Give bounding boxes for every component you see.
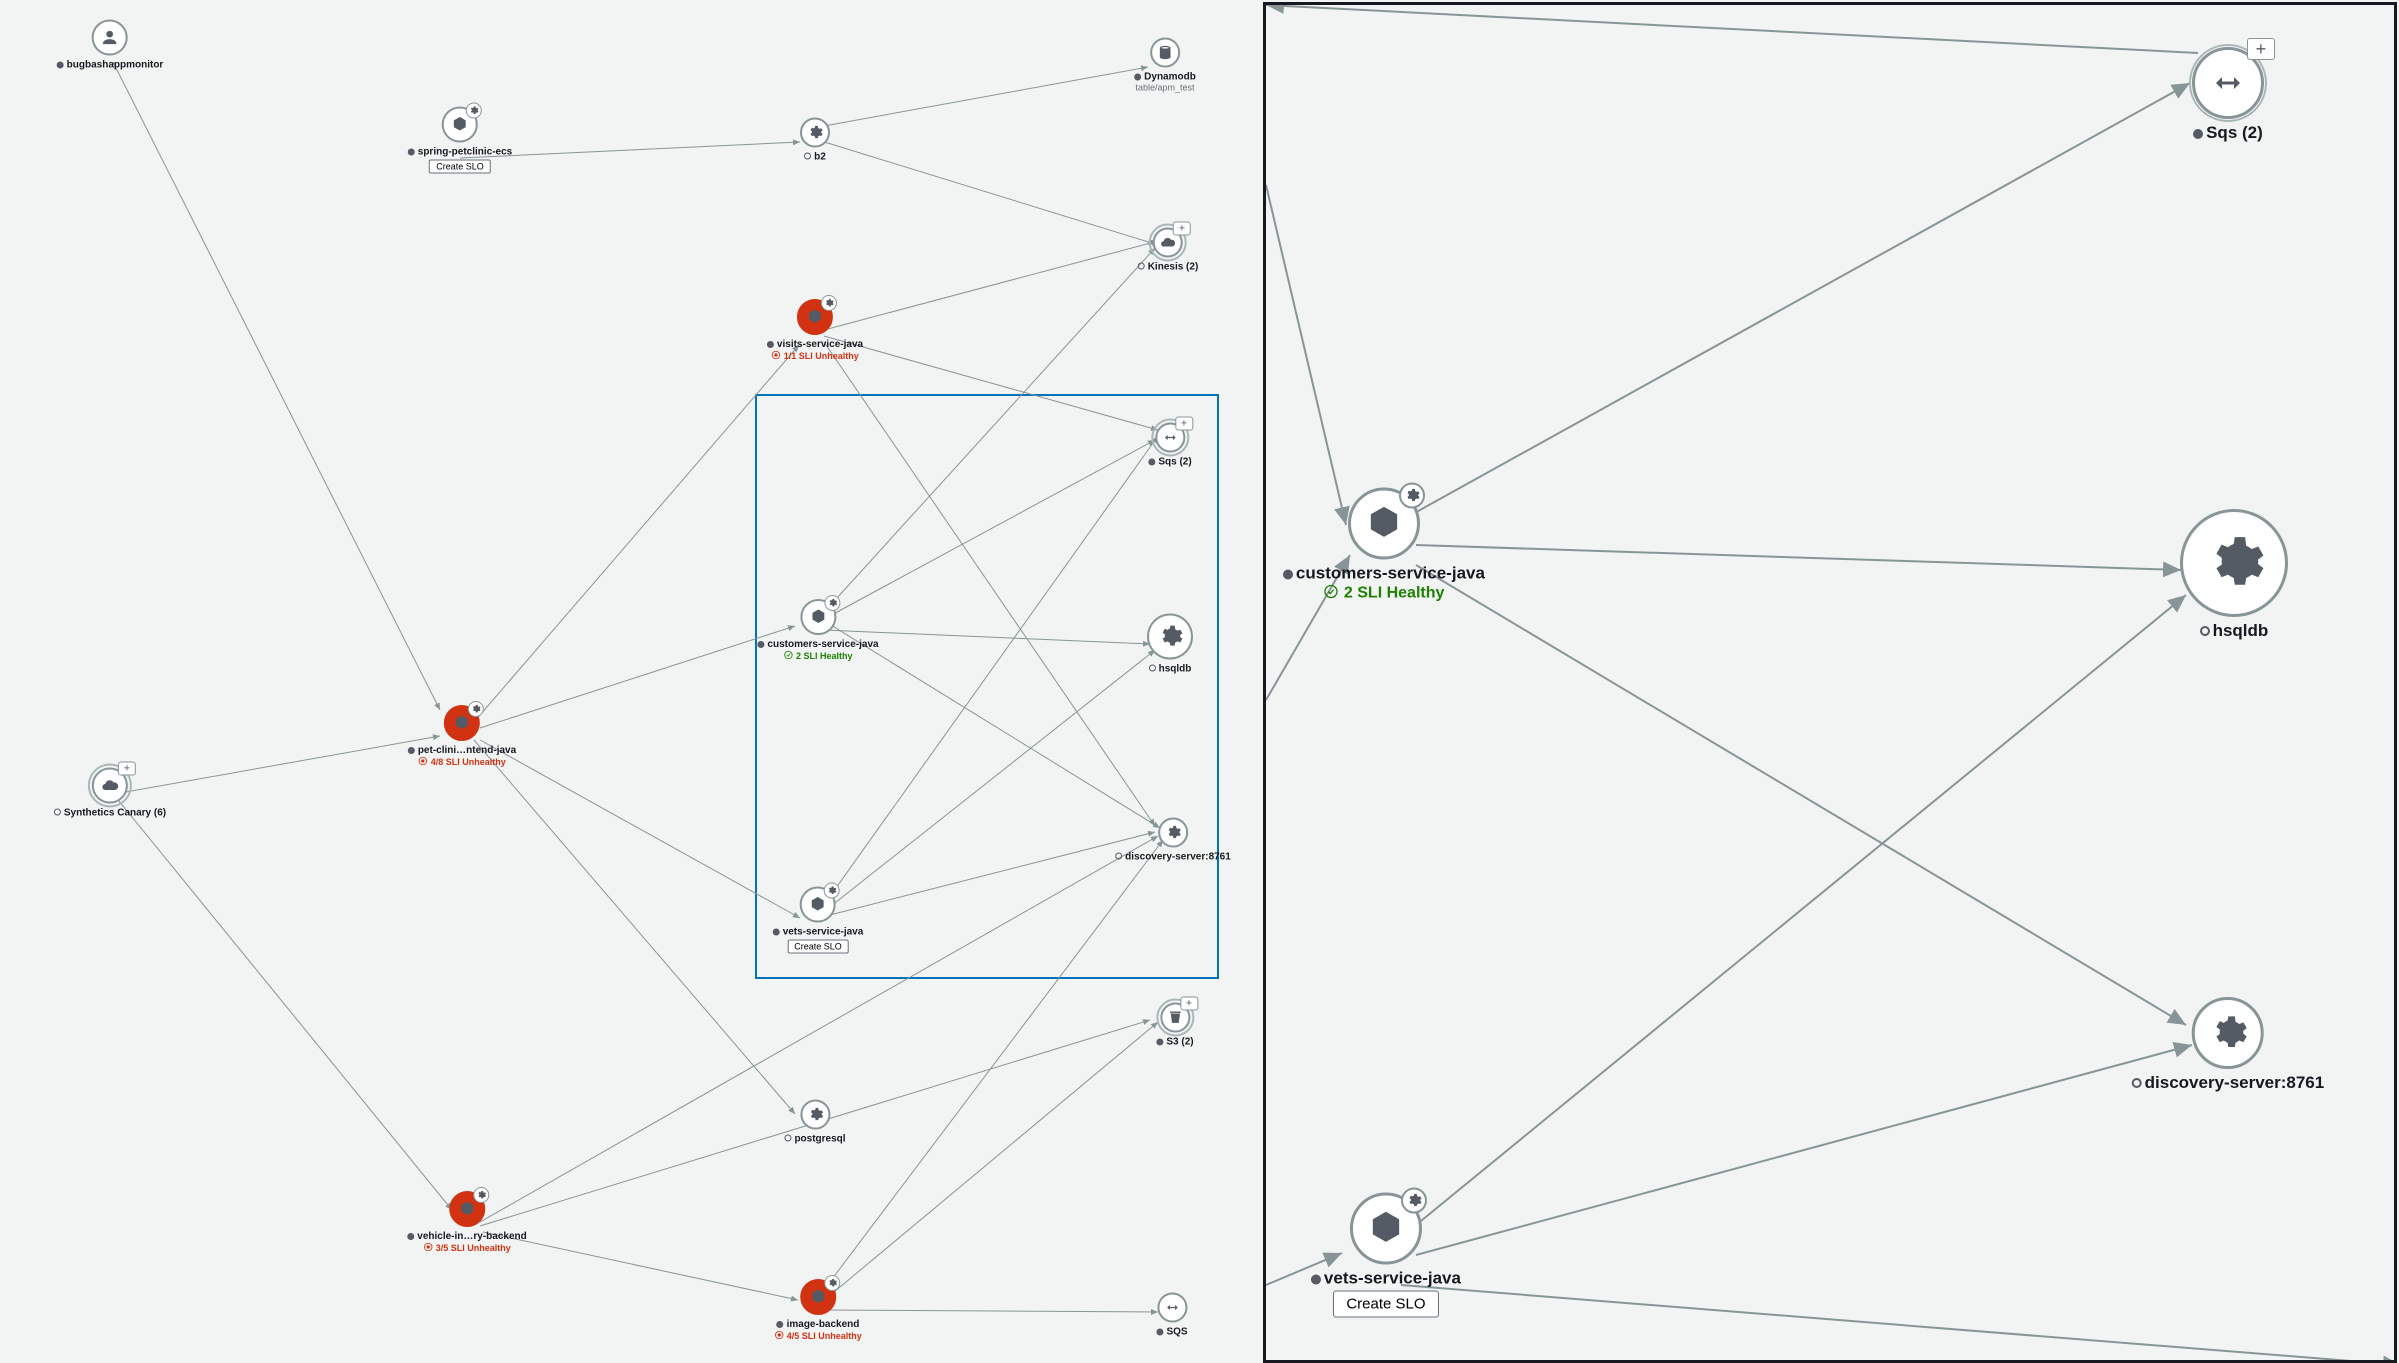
expand-button[interactable]: + [118, 762, 136, 776]
gear-icon [821, 295, 837, 311]
node-vets[interactable]: vets-service-java Create SLO [773, 887, 864, 954]
gear-icon [824, 595, 840, 611]
gear-icon [1401, 1188, 1427, 1214]
graph-edges-right [1266, 5, 2394, 1360]
gear-icon [800, 1100, 830, 1130]
queue-icon: + [1155, 423, 1185, 453]
node-petclinic[interactable]: pet-clini…ntend-java 4/8 SLI Unhealthy [408, 705, 516, 767]
service-icon [1348, 488, 1420, 560]
cloud-icon: + [92, 768, 128, 804]
gear-icon [466, 103, 482, 119]
service-icon [800, 1279, 836, 1315]
node-dynamo[interactable]: Dynamodb table/apm_test [1134, 38, 1196, 93]
service-icon [800, 599, 836, 635]
expand-button[interactable]: + [1173, 222, 1191, 236]
gear-icon [824, 1275, 840, 1291]
node-bugbash[interactable]: bugbashappmonitor [57, 20, 164, 71]
node-customers-big[interactable]: customers-service-java 2 SLI Healthy [1283, 488, 1485, 603]
expand-button[interactable]: + [1175, 417, 1193, 431]
create-slo-button[interactable]: Create SLO [429, 160, 491, 174]
node-s3[interactable]: + S3 (2) [1156, 1003, 1193, 1048]
node-sqs2[interactable]: SQS [1156, 1293, 1187, 1338]
expand-button[interactable]: + [1180, 997, 1198, 1011]
right-panel: + Sqs (2) customers-service-java 2 SLI H… [1263, 2, 2397, 1363]
node-postgresql[interactable]: postgresql [784, 1100, 845, 1145]
graph-edges-left [0, 0, 1261, 1361]
gear-icon [2192, 997, 2264, 1069]
gear-icon [468, 701, 484, 717]
service-icon [442, 107, 478, 143]
gear-icon [1158, 818, 1188, 848]
queue-icon: + [2192, 47, 2264, 119]
create-slo-button[interactable]: Create SLO [787, 940, 849, 954]
node-vehicle[interactable]: vehicle-in…ry-backend 3/5 SLI Unhealthy [407, 1191, 526, 1253]
split-container: bugbashappmonitor spring-petclinic-ecs C… [0, 0, 2399, 1361]
node-sqs[interactable]: + Sqs (2) [1148, 423, 1191, 468]
gear-icon [1399, 483, 1425, 509]
node-spring[interactable]: spring-petclinic-ecs Create SLO [408, 107, 512, 174]
service-icon [800, 887, 836, 923]
node-kinesis[interactable]: + Kinesis (2) [1138, 228, 1199, 273]
create-slo-button[interactable]: Create SLO [1333, 1291, 1438, 1318]
gear-icon [473, 1187, 489, 1203]
service-icon [444, 705, 480, 741]
node-discovery[interactable]: discovery-server:8761 [1115, 818, 1231, 863]
node-vets-big[interactable]: vets-service-java Create SLO [1311, 1193, 1461, 1318]
node-visits[interactable]: visits-service-java 1/1 SLI Unhealthy [767, 299, 863, 361]
bucket-icon: + [1160, 1003, 1190, 1033]
node-sqs-big[interactable]: + Sqs (2) [2192, 47, 2264, 143]
gear-icon [2180, 509, 2288, 617]
node-hsqldb[interactable]: hsqldb [1147, 614, 1193, 675]
gear-icon [824, 883, 840, 899]
stream-icon: + [1153, 228, 1183, 258]
service-icon [797, 299, 833, 335]
gear-icon [1147, 614, 1193, 660]
expand-button[interactable]: + [2247, 38, 2275, 60]
queue-icon [1157, 1293, 1187, 1323]
user-icon [92, 20, 128, 56]
gear-icon [800, 118, 830, 148]
database-icon [1150, 38, 1180, 68]
node-canary[interactable]: + Synthetics Canary (6) [54, 768, 166, 819]
service-icon [1350, 1193, 1422, 1265]
node-discovery-big[interactable]: discovery-server:8761 [2132, 997, 2325, 1093]
node-image[interactable]: image-backend 4/5 SLI Unhealthy [774, 1279, 862, 1341]
left-panel: bugbashappmonitor spring-petclinic-ecs C… [0, 0, 1261, 1361]
node-customers[interactable]: customers-service-java 2 SLI Healthy [757, 599, 878, 661]
node-b2[interactable]: b2 [800, 118, 830, 163]
node-hsqldb-big[interactable]: hsqldb [2180, 509, 2288, 641]
service-icon [449, 1191, 485, 1227]
